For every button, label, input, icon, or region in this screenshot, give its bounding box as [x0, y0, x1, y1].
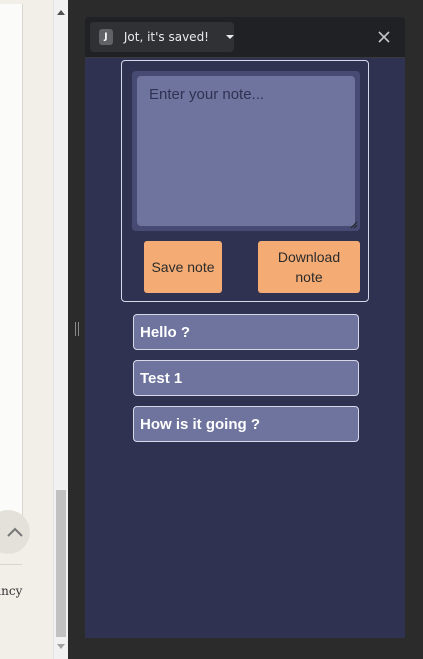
extension-selector[interactable]: J Jot, it's saved!	[90, 22, 234, 52]
extension-badge-icon: J	[99, 29, 113, 45]
side-panel: J Jot, it's saved! Save note Download no…	[85, 17, 405, 638]
chevron-up-icon	[7, 527, 23, 537]
side-panel-resize-handle[interactable]	[74, 321, 80, 337]
background-page: ancy	[0, 0, 68, 659]
save-note-button[interactable]: Save note	[144, 241, 222, 293]
download-label-line2: note	[295, 269, 323, 285]
note-editor: Save note Download note	[121, 60, 369, 302]
download-note-button[interactable]: Download note	[258, 241, 360, 293]
download-label-line1: Download	[277, 249, 341, 265]
saved-note[interactable]: How is it going ?	[133, 406, 359, 442]
saved-notes-list: Hello ? Test 1 How is it going ?	[133, 314, 359, 452]
extension-name: Jot, it's saved!	[123, 30, 209, 44]
saved-note[interactable]: Hello ?	[133, 314, 359, 350]
scroll-to-top-button[interactable]	[0, 510, 30, 554]
scroll-up-arrow-icon[interactable]	[57, 10, 65, 15]
note-textarea[interactable]	[137, 76, 355, 226]
page-divider	[0, 564, 22, 565]
side-panel-header: J Jot, it's saved!	[85, 17, 405, 58]
saved-note[interactable]: Test 1	[133, 360, 359, 396]
page-text-fragment: ancy	[0, 584, 23, 598]
note-textarea-wrapper	[132, 71, 360, 231]
caret-down-icon	[226, 35, 234, 39]
scroll-down-arrow-icon[interactable]	[57, 644, 65, 649]
close-icon	[378, 31, 390, 43]
resize-grip-icon[interactable]	[350, 221, 358, 229]
close-button[interactable]	[375, 28, 393, 46]
page-card	[0, 4, 23, 528]
scrollbar-thumb[interactable]	[56, 490, 66, 637]
page-scrollbar[interactable]	[53, 0, 68, 659]
